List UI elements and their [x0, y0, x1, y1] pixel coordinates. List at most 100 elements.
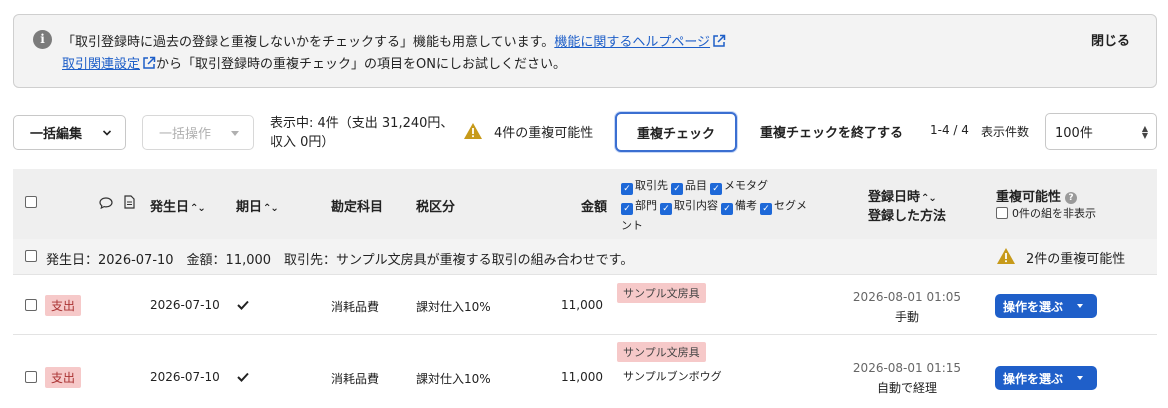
- display-summary: 表示中: 4件（支出 31,240円、 収入 0円）: [270, 114, 465, 152]
- issue-date-cell: 2026-07-10: [150, 298, 220, 312]
- row-checkbox[interactable]: [25, 371, 37, 383]
- help-page-link[interactable]: 機能に関するヘルプページ: [554, 35, 710, 50]
- group-duplicate-count: 2件の重複可能性: [1026, 252, 1126, 267]
- column-option-label: 品目: [685, 179, 707, 192]
- per-page-select[interactable]: 100件 ▲ ▼: [1045, 113, 1157, 150]
- action-menu-button[interactable]: 操作を選ぶ: [995, 294, 1097, 318]
- external-link-icon[interactable]: [142, 56, 156, 70]
- sort-icon[interactable]: ⌃⌄: [921, 193, 937, 204]
- summary-line-1: 表示中: 4件（支出 31,240円、: [270, 116, 454, 131]
- registration-method-cell: 自動で経理: [876, 381, 937, 395]
- per-page-value: 100件: [1055, 126, 1093, 141]
- row-checkbox[interactable]: [25, 299, 37, 311]
- warning-icon: [464, 123, 482, 139]
- tax-cell: 課対仕入10%: [416, 300, 491, 314]
- column-option-content[interactable]: ✓ 取引内容: [660, 196, 718, 216]
- column-option-department[interactable]: ✓ 部門: [621, 196, 657, 216]
- action-menu-label: 操作を選ぶ: [1003, 371, 1064, 386]
- expense-tag: 支出: [45, 367, 82, 388]
- checkbox-checked-icon[interactable]: ✓: [760, 203, 772, 215]
- banner-line-2: 取引関連設定 から「取引登録時の重複チェック」の項目をONにしお試しください。: [62, 53, 566, 72]
- document-icon: [124, 195, 135, 209]
- bulk-edit-label: 一括編集: [30, 127, 83, 142]
- registered-at-cell: 2026-08-01 01:05: [852, 290, 962, 304]
- amount-cell: 11,000: [561, 370, 603, 384]
- settings-link[interactable]: 取引関連設定: [62, 57, 140, 72]
- account-cell: 消耗品費: [331, 372, 380, 386]
- warning-icon: [997, 248, 1015, 264]
- registered-header[interactable]: 登録日時⌃⌄: [868, 186, 937, 205]
- help-icon[interactable]: ?: [1065, 192, 1078, 204]
- select-all-checkbox[interactable]: [25, 196, 37, 208]
- bulk-edit-button[interactable]: 一括編集: [13, 115, 126, 150]
- column-option-item[interactable]: ✓ 品目: [671, 176, 707, 196]
- duplicate-check-button[interactable]: 重複チェック: [615, 112, 737, 152]
- banner-text-1: 「取引登録時に過去の登録と重複しないかをチェックする」機能も用意しています。: [62, 35, 555, 50]
- transaction-content-cell: サンプルブンボウグ: [623, 370, 722, 383]
- checkbox-checked-icon[interactable]: ✓: [671, 183, 683, 195]
- column-option-memo-tag[interactable]: ✓ メモタグ: [710, 176, 768, 196]
- caret-down-icon: [1077, 304, 1083, 308]
- registered-method-header: 登録した方法: [868, 209, 947, 224]
- summary-line-2: 収入 0円）: [270, 135, 335, 150]
- vendor-tag: サンプル文房具: [617, 283, 706, 303]
- banner-text-2: から「取引登録時の重複チェック」の項目をONにしお試しください。: [156, 57, 566, 72]
- close-button[interactable]: 閉じる: [1091, 30, 1130, 49]
- checkbox-checked-icon[interactable]: ✓: [721, 203, 733, 215]
- amount-header: 金額: [581, 200, 608, 215]
- checkbox-checked-icon[interactable]: ✓: [621, 203, 633, 215]
- hide-zero-checkbox[interactable]: [996, 207, 1008, 219]
- caret-down-icon: [1077, 376, 1083, 380]
- registered-at-cell: 2026-08-01 01:15: [852, 361, 962, 375]
- column-option-segment[interactable]: ✓ セグメ: [760, 196, 807, 216]
- registration-method-cell: 手動: [894, 310, 919, 324]
- duplicate-possibility-header-label: 重複可能性: [996, 190, 1062, 205]
- sort-icon[interactable]: ⌃⌄: [190, 203, 206, 214]
- issue-date-header[interactable]: 発生日⌃⌄: [150, 196, 206, 215]
- sort-icon[interactable]: ⌃⌄: [263, 203, 279, 214]
- bulk-operation-button[interactable]: 一括操作: [142, 115, 254, 150]
- info-banner: i 「取引登録時に過去の登録と重複しないかをチェックする」機能も用意しています。…: [13, 14, 1157, 88]
- column-option-label: 取引内容: [674, 199, 718, 212]
- group-description: 発生日：2026-07-10 金額：11,000 取引先：サンプル文房具が重複す…: [46, 253, 634, 268]
- duplicate-possibility-header: 重複可能性?: [996, 186, 1078, 205]
- checkbox-checked-icon[interactable]: ✓: [660, 203, 672, 215]
- account-header: 勘定科目: [331, 200, 384, 215]
- issue-date-cell: 2026-07-10: [150, 370, 220, 384]
- checkbox-checked-icon[interactable]: ✓: [710, 183, 722, 195]
- hide-zero-groups-option[interactable]: 0件の組を非表示: [996, 205, 1096, 221]
- issue-date-header-label: 発生日: [150, 200, 190, 215]
- row-divider: [13, 334, 1157, 335]
- due-date-header-label: 期日: [236, 200, 263, 215]
- per-page-label: 表示件数: [981, 125, 1030, 139]
- account-cell: 消耗品費: [331, 300, 380, 314]
- due-date-header[interactable]: 期日⌃⌄: [236, 196, 279, 215]
- column-option-remarks[interactable]: ✓ 備考: [721, 196, 757, 216]
- chevron-down-icon: [103, 130, 111, 136]
- external-link-icon[interactable]: [712, 34, 726, 48]
- caret-down-icon: [231, 131, 239, 136]
- action-menu-label: 操作を選ぶ: [1003, 299, 1064, 314]
- column-option-label: 備考: [735, 199, 757, 212]
- banner-line-1: 「取引登録時に過去の登録と重複しないかをチェックする」機能も用意しています。機能…: [62, 31, 726, 50]
- hide-zero-label: 0件の組を非表示: [1012, 207, 1096, 220]
- check-icon: [237, 300, 249, 310]
- check-icon: [237, 372, 249, 382]
- comment-icon: [99, 197, 113, 209]
- tax-header: 税区分: [416, 200, 456, 215]
- end-duplicate-check-button[interactable]: 重複チェックを終了する: [760, 122, 903, 141]
- group-checkbox[interactable]: [25, 250, 37, 262]
- duplicate-group-row: 発生日：2026-07-10 金額：11,000 取引先：サンプル文房具が重複す…: [13, 239, 1157, 275]
- vendor-tag: サンプル文房具: [617, 342, 706, 362]
- bulk-operation-label: 一括操作: [159, 127, 212, 142]
- column-option-label: メモタグ: [724, 179, 768, 192]
- pagination-range: 1-4 / 4: [930, 123, 969, 137]
- action-menu-button[interactable]: 操作を選ぶ: [995, 366, 1097, 390]
- amount-cell: 11,000: [561, 298, 603, 312]
- duplicate-possibility-count: 4件の重複可能性: [494, 126, 594, 141]
- column-option-vendor[interactable]: ✓ 取引先: [621, 176, 668, 196]
- column-option-label-wrap: ント: [621, 219, 643, 232]
- column-option-label: 部門: [635, 199, 657, 212]
- checkbox-checked-icon[interactable]: ✓: [621, 183, 633, 195]
- select-arrows-icon: ▲ ▼: [1141, 124, 1148, 140]
